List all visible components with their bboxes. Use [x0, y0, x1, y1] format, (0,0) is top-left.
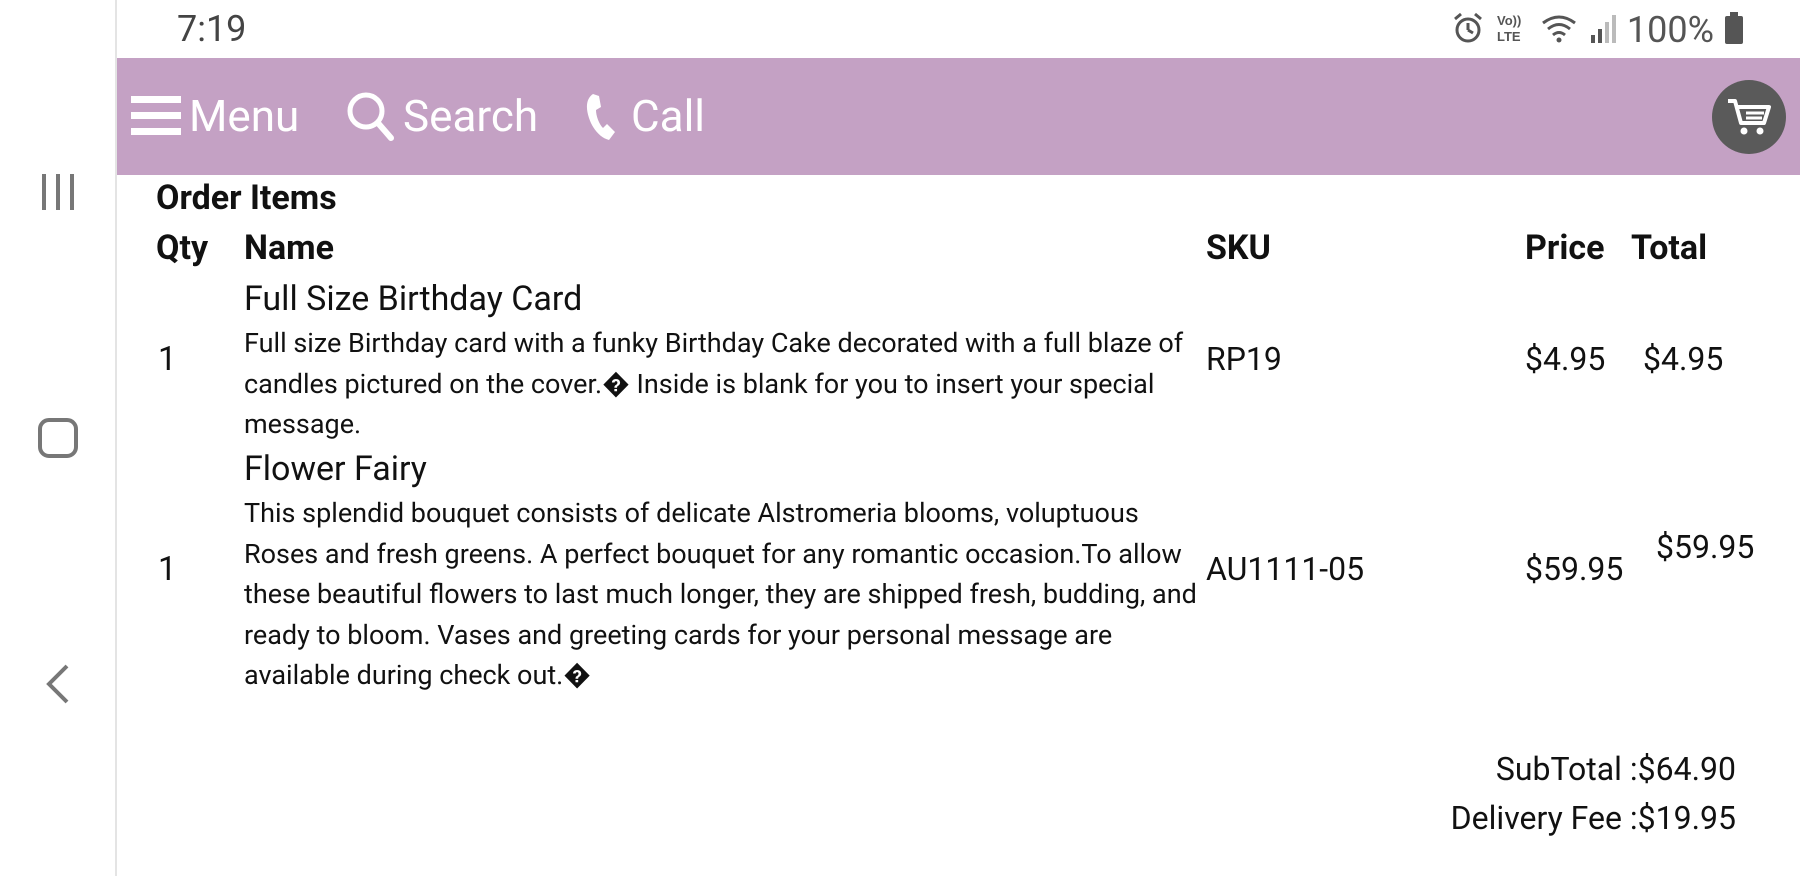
column-header-price: Price — [1525, 228, 1605, 268]
search-label: Search — [403, 90, 539, 142]
status-time: 7:19 — [177, 8, 247, 50]
item-qty: 1 — [158, 550, 177, 589]
item-total: $59.95 — [1656, 528, 1755, 566]
order-items-title: Order Items — [156, 178, 337, 218]
status-icons: Vo)) LTE 100% — [1451, 9, 1744, 51]
item-description: This splendid bouquet consists of delica… — [244, 497, 1197, 691]
call-button[interactable]: Call — [583, 88, 705, 144]
item-name: Flower Fairy — [244, 449, 427, 489]
column-header-qty: Qty — [156, 228, 209, 268]
alarm-icon — [1451, 11, 1485, 49]
item-total: $4.95 — [1643, 340, 1724, 378]
item-sku: RP19 — [1206, 340, 1282, 378]
item-name: Full Size Birthday Card — [244, 279, 583, 319]
item-description: Full size Birthday card with a funky Bir… — [244, 327, 1184, 440]
cart-button[interactable] — [1712, 80, 1786, 154]
menu-button[interactable]: Menu — [131, 88, 299, 144]
delivery-fee-label: Delivery Fee :$19.95 — [1450, 799, 1736, 837]
status-bar: 7:19 Vo)) LTE 100% — [117, 0, 1800, 58]
column-header-name: Name — [244, 228, 334, 268]
menu-label: Menu — [189, 90, 300, 142]
battery-icon — [1724, 11, 1744, 49]
item-price: $4.95 — [1525, 340, 1606, 378]
home-icon[interactable] — [0, 412, 115, 464]
hamburger-icon — [131, 96, 181, 135]
cart-icon — [1728, 99, 1771, 135]
item-qty: 1 — [158, 340, 177, 379]
item-sku: AU1111-05 — [1206, 550, 1365, 588]
call-label: Call — [631, 90, 705, 142]
phone-icon — [586, 94, 615, 140]
back-icon[interactable] — [0, 658, 115, 710]
volte-icon: Vo)) LTE — [1495, 11, 1529, 49]
battery-percentage: 100% — [1626, 9, 1714, 51]
system-navigation-bar — [0, 0, 117, 876]
search-button[interactable]: Search — [345, 88, 538, 144]
search-icon — [347, 92, 394, 141]
item-price: $59.95 — [1525, 550, 1624, 588]
recents-icon[interactable] — [0, 170, 115, 214]
svg-text:LTE: LTE — [1497, 29, 1521, 44]
column-header-sku: SKU — [1206, 228, 1271, 268]
signal-icon — [1589, 11, 1617, 49]
subtotal-label: SubTotal :$64.90 — [1495, 750, 1736, 788]
app-header: Menu Search Call — [117, 58, 1800, 175]
wifi-icon — [1539, 11, 1579, 49]
column-header-total: Total — [1631, 228, 1708, 268]
svg-text:Vo)): Vo)) — [1497, 13, 1521, 28]
